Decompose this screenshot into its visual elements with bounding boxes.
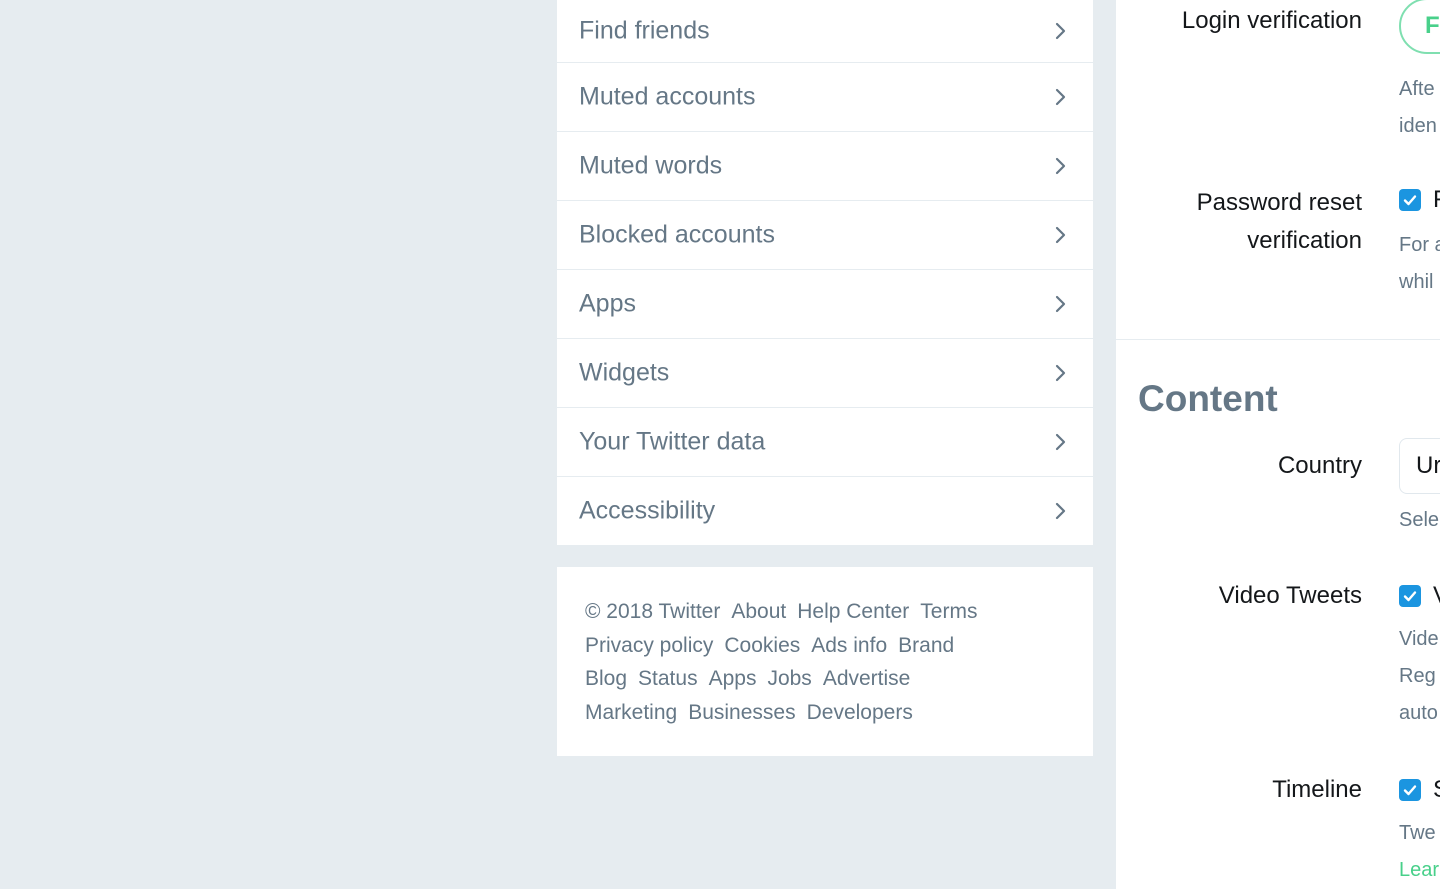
footer-link-developers[interactable]: Developers (807, 701, 913, 724)
settings-content-panel: Login verification F Afte iden Password … (1116, 0, 1440, 889)
nav-item-blocked-accounts[interactable]: Blocked accounts (557, 201, 1093, 270)
footer-copyright: © 2018 Twitter (585, 600, 721, 623)
nav-item-muted-words[interactable]: Muted words (557, 132, 1093, 201)
chevron-right-icon (1055, 226, 1066, 244)
footer-link-businesses[interactable]: Businesses (688, 701, 795, 724)
footer-link-terms[interactable]: Terms (920, 600, 977, 623)
checkmark-icon (1403, 591, 1417, 602)
timeline-help: Twe Lear (1399, 815, 1440, 889)
video-tweets-label: Video Tweets (1218, 582, 1362, 609)
nav-item-widgets[interactable]: Widgets (557, 339, 1093, 408)
footer-card: © 2018 Twitter About Help Center Terms Priv… (557, 567, 1093, 756)
settings-nav-list: Find friends Muted accounts Muted words … (557, 0, 1093, 545)
checkmark-icon (1403, 195, 1417, 206)
help-text: Twe (1399, 822, 1436, 844)
video-tweets-control: V (1399, 582, 1440, 610)
chevron-right-icon (1055, 433, 1066, 451)
footer-link-blog[interactable]: Blog (585, 667, 627, 690)
footer-link-help-center[interactable]: Help Center (797, 600, 909, 623)
footer-link-apps[interactable]: Apps (709, 667, 757, 690)
chevron-right-icon (1055, 157, 1066, 175)
password-reset-checkbox[interactable] (1399, 189, 1421, 211)
password-reset-checkbox-text: F (1433, 186, 1440, 213)
help-text: whil (1399, 271, 1434, 293)
nav-item-label: Blocked accounts (579, 220, 775, 249)
timeline-checkbox[interactable] (1399, 779, 1421, 801)
login-verification-button[interactable]: F (1399, 0, 1440, 54)
nav-item-find-friends[interactable]: Find friends (557, 0, 1093, 63)
nav-item-accessibility[interactable]: Accessibility (557, 477, 1093, 545)
nav-item-apps[interactable]: Apps (557, 270, 1093, 339)
video-autoplay-checkbox[interactable] (1399, 585, 1421, 607)
content-section-title: Content (1138, 378, 1278, 419)
nav-item-muted-accounts[interactable]: Muted accounts (557, 63, 1093, 132)
nav-item-label: Accessibility (579, 496, 716, 525)
chevron-right-icon (1055, 364, 1066, 382)
checkmark-icon (1403, 785, 1417, 796)
timeline-control: S (1399, 776, 1440, 804)
password-reset-label: Password reset verification (1197, 184, 1362, 260)
nav-item-label: Muted accounts (579, 82, 756, 111)
chevron-right-icon (1055, 295, 1066, 313)
footer-link-about[interactable]: About (731, 600, 786, 623)
chevron-right-icon (1055, 502, 1066, 520)
nav-item-label: Find friends (579, 16, 710, 45)
help-text: Afte (1399, 78, 1435, 100)
footer-link-ads-info[interactable]: Ads info (811, 634, 887, 657)
login-verification-help: Afte iden (1399, 71, 1440, 145)
footer-link-cookies[interactable]: Cookies (724, 634, 800, 657)
video-tweets-help: Vide Reg auto (1399, 621, 1440, 732)
footer-link-status[interactable]: Status (638, 667, 698, 690)
login-verification-label: Login verification (1181, 7, 1362, 34)
country-label: Country (1277, 452, 1362, 479)
help-text: Reg (1399, 665, 1436, 687)
nav-item-label: Your Twitter data (579, 427, 766, 456)
section-divider (1116, 339, 1440, 340)
country-help: Sele (1399, 502, 1440, 539)
footer-link-marketing[interactable]: Marketing (585, 701, 677, 724)
nav-item-label: Muted words (579, 151, 723, 180)
timeline-checkbox-text: S (1433, 776, 1440, 803)
country-select[interactable]: Ur (1399, 438, 1440, 494)
chevron-right-icon (1055, 88, 1066, 106)
password-reset-help: For a whil (1399, 227, 1440, 301)
learn-more-link[interactable]: Lear (1399, 852, 1440, 889)
timeline-label: Timeline (1272, 776, 1362, 803)
label-line: verification (1247, 227, 1362, 254)
label-line: Password reset (1196, 189, 1362, 216)
nav-item-label: Widgets (579, 358, 670, 387)
password-reset-control: F (1399, 186, 1440, 214)
footer-link-advertise[interactable]: Advertise (823, 667, 911, 690)
nav-item-label: Apps (579, 289, 636, 318)
footer-link-privacy-policy[interactable]: Privacy policy (585, 634, 713, 657)
help-text: auto (1399, 702, 1438, 724)
help-text: For a (1399, 234, 1440, 256)
help-text: iden (1399, 115, 1437, 137)
footer-link-brand[interactable]: Brand (898, 634, 954, 657)
video-tweets-checkbox-text: V (1433, 582, 1440, 609)
help-text: Vide (1399, 628, 1439, 650)
nav-item-your-twitter-data[interactable]: Your Twitter data (557, 408, 1093, 477)
chevron-right-icon (1055, 22, 1066, 40)
footer-links: © 2018 Twitter About Help Center Terms Priv… (585, 595, 1065, 729)
footer-link-jobs[interactable]: Jobs (767, 667, 811, 690)
help-text: Sele (1399, 509, 1440, 531)
settings-page: Find friends Muted accounts Muted words … (0, 0, 1440, 889)
